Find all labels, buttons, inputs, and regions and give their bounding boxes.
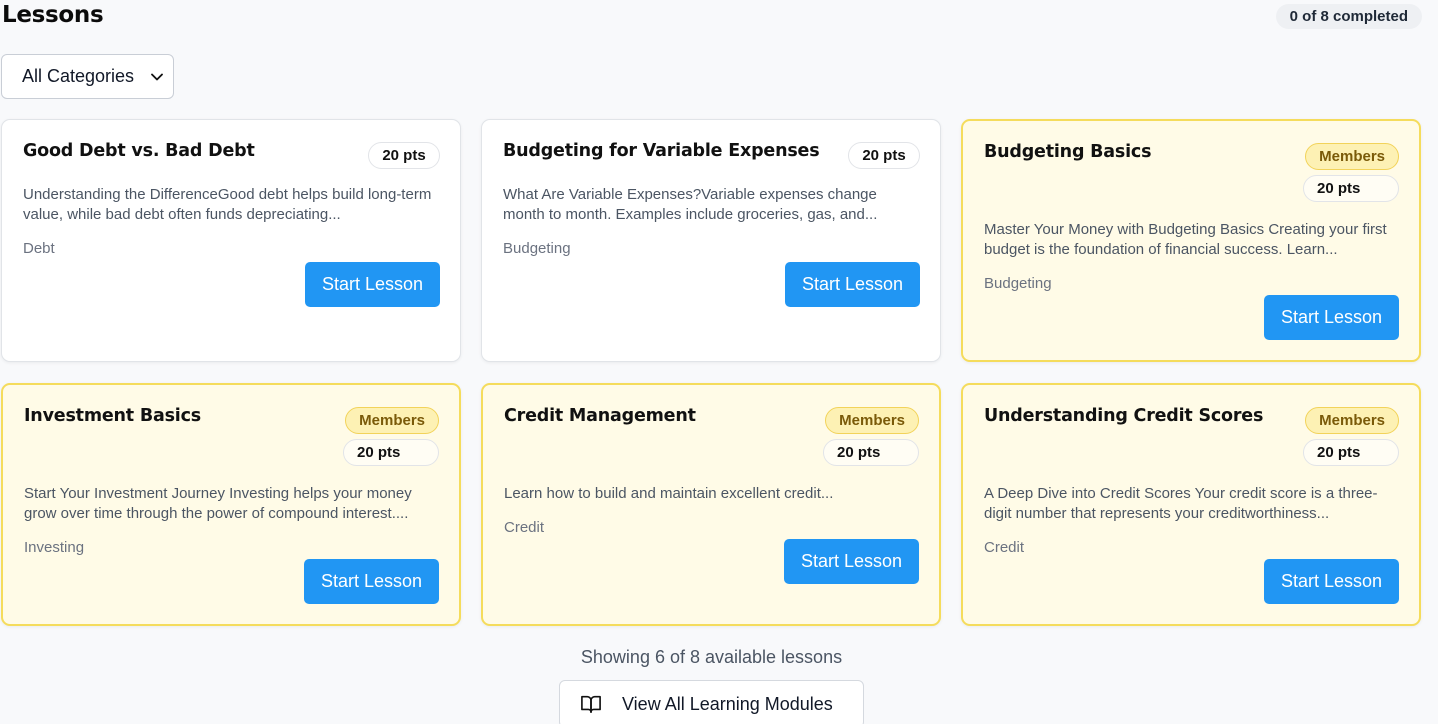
lesson-badges: 20 pts bbox=[368, 142, 440, 169]
start-lesson-button[interactable]: Start Lesson bbox=[784, 539, 919, 584]
progress-badge: 0 of 8 completed bbox=[1275, 4, 1422, 29]
lesson-badges: Members 20 pts bbox=[1303, 143, 1399, 202]
lesson-card-header: Investment Basics Members 20 pts bbox=[24, 406, 439, 466]
page-title: Lessons bbox=[2, 2, 104, 28]
start-lesson-button[interactable]: Start Lesson bbox=[304, 559, 439, 604]
points-badge: 20 pts bbox=[343, 439, 439, 466]
lesson-description: Start Your Investment Journey Investing … bbox=[24, 485, 412, 522]
points-badge: 20 pts bbox=[368, 142, 440, 169]
lesson-card-header: Budgeting for Variable Expenses 20 pts bbox=[503, 141, 920, 169]
lesson-title: Good Debt vs. Bad Debt bbox=[23, 141, 255, 161]
lesson-title: Budgeting Basics bbox=[984, 142, 1152, 162]
members-badge: Members bbox=[345, 407, 439, 434]
lesson-category: Budgeting bbox=[984, 275, 1052, 292]
lesson-title: Understanding Credit Scores bbox=[984, 406, 1264, 426]
start-lesson-button[interactable]: Start Lesson bbox=[785, 262, 920, 307]
lesson-description: What Are Variable Expenses?Variable expe… bbox=[503, 186, 878, 223]
lesson-card: Good Debt vs. Bad Debt 20 pts Understandin… bbox=[1, 119, 461, 362]
lesson-card: Investment Basics Members 20 pts Start Your… bbox=[1, 383, 461, 626]
category-select[interactable]: All Categories bbox=[1, 54, 174, 99]
lesson-card-header: Credit Management Members 20 pts bbox=[504, 406, 919, 466]
lesson-card: Understanding Credit Scores Members 20 pts… bbox=[961, 383, 1421, 626]
chevron-down-icon bbox=[151, 73, 163, 80]
lesson-category: Budgeting bbox=[503, 240, 571, 257]
start-lesson-button[interactable]: Start Lesson bbox=[1264, 559, 1399, 604]
lesson-card: Budgeting for Variable Expenses 20 pts Wha… bbox=[481, 119, 941, 362]
lesson-category: Investing bbox=[24, 539, 85, 556]
lesson-title: Credit Management bbox=[504, 406, 696, 426]
members-badge: Members bbox=[825, 407, 919, 434]
start-lesson-button[interactable]: Start Lesson bbox=[305, 262, 440, 307]
lesson-grid: Good Debt vs. Bad Debt 20 pts Understandin… bbox=[1, 119, 1421, 626]
category-select-value: All Categories bbox=[22, 66, 135, 86]
lesson-card-header: Good Debt vs. Bad Debt 20 pts bbox=[23, 141, 440, 169]
lesson-badges: Members 20 pts bbox=[1303, 407, 1399, 466]
book-open-icon bbox=[581, 695, 601, 713]
lesson-description: Learn how to build and maintain excellen… bbox=[504, 485, 834, 502]
lessons-page: Lessons 0 of 8 completed All Categories … bbox=[0, 0, 1438, 724]
start-lesson-button[interactable]: Start Lesson bbox=[1264, 295, 1399, 340]
lesson-card: Credit Management Members 20 pts Learn how … bbox=[481, 383, 941, 626]
points-badge: 20 pts bbox=[1303, 175, 1399, 202]
lesson-category: Credit bbox=[504, 519, 545, 536]
lesson-badges: Members 20 pts bbox=[343, 407, 439, 466]
lesson-description: Understanding the DifferenceGood debt he… bbox=[23, 186, 432, 223]
lesson-description: Master Your Money with Budgeting Basics … bbox=[984, 221, 1387, 258]
view-all-modules-button[interactable]: View All Learning Modules bbox=[559, 680, 864, 724]
lesson-title: Investment Basics bbox=[24, 406, 202, 426]
members-badge: Members bbox=[1305, 143, 1399, 170]
lesson-card-header: Understanding Credit Scores Members 20 pts bbox=[984, 406, 1399, 466]
lesson-title: Budgeting for Variable Expenses bbox=[503, 141, 820, 161]
lesson-category: Debt bbox=[23, 240, 55, 257]
lesson-description: A Deep Dive into Credit Scores Your cred… bbox=[984, 485, 1378, 522]
view-all-label: View All Learning Modules bbox=[622, 693, 833, 714]
lesson-badges: Members 20 pts bbox=[823, 407, 919, 466]
points-badge: 20 pts bbox=[823, 439, 919, 466]
lesson-badges: 20 pts bbox=[848, 142, 920, 169]
points-badge: 20 pts bbox=[848, 142, 920, 169]
lesson-card-header: Budgeting Basics Members 20 pts bbox=[984, 142, 1399, 202]
lesson-category: Credit bbox=[984, 539, 1025, 556]
lesson-card: Budgeting Basics Members 20 pts Master Your… bbox=[961, 119, 1421, 362]
members-badge: Members bbox=[1305, 407, 1399, 434]
points-badge: 20 pts bbox=[1303, 439, 1399, 466]
showing-count: Showing 6 of 8 available lessons bbox=[580, 647, 843, 667]
